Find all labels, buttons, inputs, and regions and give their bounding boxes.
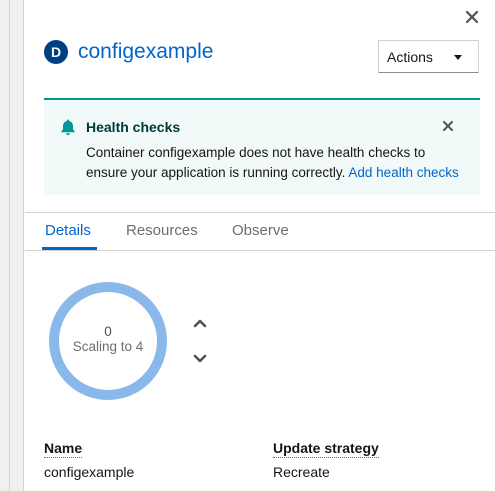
update-strategy-label[interactable]: Update strategy (273, 440, 379, 458)
scale-down-icon[interactable] (191, 352, 209, 366)
pod-count: 0 (104, 324, 112, 339)
tab-resources[interactable]: Resources (126, 222, 198, 239)
close-panel-button[interactable] (462, 7, 482, 27)
close-icon (465, 10, 479, 24)
alert-title: Health checks (86, 119, 181, 135)
actions-dropdown[interactable]: Actions (378, 40, 479, 73)
panel-title: D configexample (44, 40, 213, 64)
scale-up-icon[interactable] (191, 316, 209, 330)
actions-label: Actions (387, 48, 433, 65)
bell-icon (61, 119, 75, 135)
background-divider (9, 0, 10, 491)
update-strategy-value: Recreate (273, 464, 330, 480)
background-page-edge (0, 0, 24, 491)
tab-bar: Details Resources Observe (25, 213, 495, 251)
caret-down-icon (454, 55, 462, 60)
name-value: configexample (44, 464, 135, 480)
tab-observe[interactable]: Observe (232, 222, 289, 239)
alert-close-icon[interactable] (441, 119, 455, 133)
name-label[interactable]: Name (44, 440, 83, 458)
alert-message: Container configexample does not have he… (86, 143, 466, 183)
add-health-checks-link[interactable]: Add health checks (348, 165, 458, 180)
health-checks-alert: Health checks Container configexample do… (44, 98, 480, 195)
active-tab-indicator (42, 247, 97, 250)
tab-details[interactable]: Details (45, 222, 91, 239)
resource-name: configexample (78, 40, 214, 63)
pod-status: Scaling to 4 (72, 339, 144, 354)
side-panel: D configexample Actions Health checks Co… (25, 0, 495, 491)
deployment-badge: D (44, 40, 68, 64)
